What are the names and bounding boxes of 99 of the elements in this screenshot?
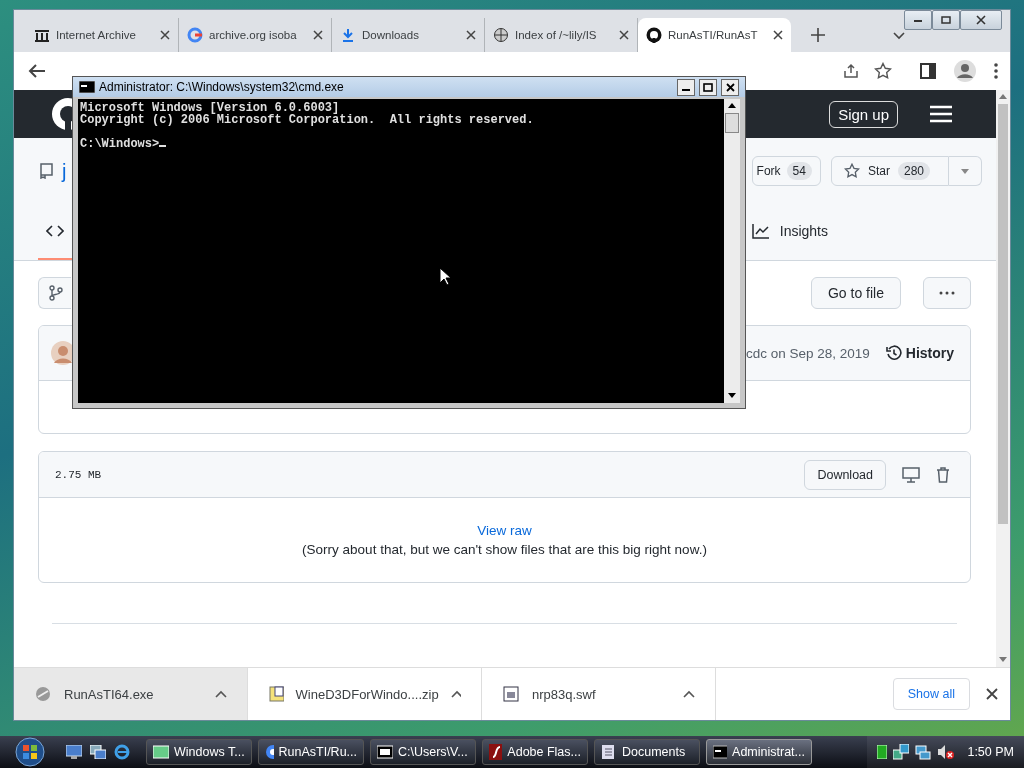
history-link[interactable]: History	[885, 345, 954, 361]
chevron-up-icon[interactable]	[215, 690, 227, 698]
chevron-down-icon[interactable]	[893, 32, 905, 40]
flash-icon	[489, 744, 503, 760]
scrollbar[interactable]	[724, 99, 740, 403]
monitor-icon[interactable]	[902, 466, 920, 483]
window-icon	[153, 744, 169, 760]
close-button[interactable]	[721, 78, 739, 96]
trash-icon[interactable]	[936, 466, 950, 483]
caret-icon	[961, 168, 969, 174]
desktop-icon[interactable]	[66, 745, 82, 759]
view-raw-link[interactable]: View raw	[477, 523, 532, 538]
scrollbar-thumb[interactable]	[725, 113, 739, 133]
star-icon[interactable]	[874, 62, 892, 80]
scroll-down-icon[interactable]	[728, 393, 736, 399]
close-icon[interactable]	[773, 30, 783, 40]
archive-app-icon	[377, 744, 393, 760]
close-icon[interactable]	[986, 688, 998, 700]
show-all-button[interactable]: Show all	[892, 678, 970, 710]
command-prompt[interactable]: C:\Windows>	[80, 138, 167, 150]
menu-icon[interactable]	[930, 105, 952, 123]
mouse-pointer-icon	[439, 267, 451, 286]
close-icon[interactable]	[313, 30, 323, 40]
menu-icon[interactable]	[994, 63, 998, 79]
commit-info: cdc on Sep 28, 2019	[745, 345, 870, 361]
program-icon	[34, 685, 52, 703]
star-dropdown-button[interactable]	[949, 156, 982, 186]
maximize-button[interactable]	[932, 10, 960, 30]
archive-file-icon	[268, 685, 284, 703]
window-title: Administrator: C:\Windows\system32\cmd.exe	[99, 80, 344, 94]
close-icon	[976, 15, 986, 25]
muted-speaker-icon	[937, 744, 956, 760]
scroll-up-icon[interactable]	[728, 103, 736, 109]
file-icon	[502, 685, 520, 703]
taskbar-button[interactable]: Adobe Flas...	[482, 739, 588, 765]
temple-icon	[34, 27, 50, 43]
minimize-icon	[913, 17, 923, 23]
sidebar-icon[interactable]	[920, 63, 936, 79]
download-item[interactable]: RunAsTI64.exe	[14, 668, 248, 720]
download-button[interactable]: Download	[804, 459, 886, 490]
window-switch-icon[interactable]	[90, 745, 106, 759]
star-count: 280	[897, 162, 930, 180]
fork-button[interactable]: Fork 54	[751, 156, 821, 186]
download-icon	[340, 27, 356, 43]
download-item[interactable]: WineD3DForWindo....zip	[248, 668, 482, 720]
taskbar-button[interactable]: Documents	[594, 739, 700, 765]
chevron-up-icon[interactable]	[683, 690, 695, 698]
folder-icon	[601, 744, 617, 760]
clock-icon	[885, 345, 902, 361]
file-too-big-message: (Sorry about that, but we can't show files that are this big right now.)	[302, 542, 707, 557]
chevron-up-icon[interactable]	[450, 690, 461, 698]
back-icon[interactable]	[28, 63, 46, 79]
clock: 1:50 PM	[967, 745, 1014, 759]
branch-button[interactable]	[38, 277, 71, 309]
close-icon[interactable]	[466, 30, 476, 40]
start-orb-icon[interactable]	[12, 737, 48, 767]
scrollbar[interactable]	[996, 90, 1010, 667]
battery-icon	[877, 745, 888, 759]
insights-tab[interactable]: Insights	[743, 204, 836, 260]
star-button[interactable]: Star 280	[830, 156, 949, 186]
profile-icon[interactable]	[954, 60, 976, 82]
more-icon	[939, 291, 955, 295]
network-icon	[915, 744, 932, 760]
console-line: Microsoft Windows [Version 6.0.6003]	[80, 102, 340, 114]
download-item[interactable]: nrp83q.swf	[482, 668, 716, 720]
chrome-icon	[265, 744, 274, 760]
close-icon[interactable]	[160, 30, 170, 40]
globe-icon	[493, 27, 509, 43]
sign-up-button[interactable]: Sign up	[829, 100, 898, 128]
maximize-button[interactable]	[699, 78, 717, 96]
console-icon	[79, 81, 95, 93]
code-icon	[46, 224, 64, 238]
taskbar-button[interactable]: RunAsTI/Ru...	[258, 739, 364, 765]
line-graph-icon	[751, 223, 770, 239]
repository-name[interactable]: j	[62, 159, 67, 183]
minimize-button[interactable]	[904, 10, 932, 30]
google-g-icon	[187, 27, 203, 43]
star-icon	[843, 163, 860, 179]
taskbar-button[interactable]: C:\Users\V...	[370, 739, 476, 765]
share-icon[interactable]	[842, 62, 860, 80]
branch-icon	[49, 285, 63, 301]
close-icon	[725, 82, 735, 92]
repository-icon	[38, 163, 54, 179]
network-icon	[893, 744, 910, 760]
console-line: Copyright (c) 2006 Microsoft Corporation. All rights reserved.	[80, 114, 534, 126]
fork-count: 54	[786, 162, 812, 180]
scrollbar-thumb[interactable]	[998, 104, 1008, 524]
minimize-button[interactable]	[677, 78, 695, 96]
close-icon[interactable]	[619, 30, 629, 40]
browser-tab[interactable]: RunAsTI/RunAsT	[638, 18, 791, 52]
browser-e-icon[interactable]	[114, 744, 130, 760]
maximize-icon	[703, 82, 713, 92]
maximize-icon	[941, 16, 951, 24]
taskbar-button[interactable]: Windows T...	[146, 739, 252, 765]
taskbar-button[interactable]: Administrat...	[706, 739, 812, 765]
file-size: 2.75 MB	[55, 468, 102, 481]
go-to-file-button[interactable]: Go to file	[810, 277, 901, 309]
console-icon	[713, 744, 728, 760]
new-tab-icon[interactable]	[811, 28, 825, 42]
